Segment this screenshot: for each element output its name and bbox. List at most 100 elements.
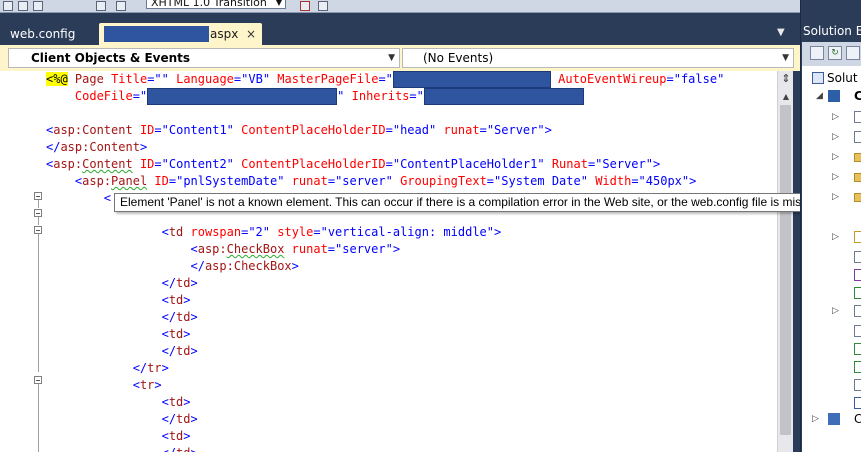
file-icon [854, 325, 861, 337]
code-token: "450px" [638, 174, 690, 188]
code-token: ContentPlaceHolderID [241, 123, 386, 137]
collapsed-arrow-icon[interactable]: ▷ [832, 109, 839, 126]
close-icon[interactable]: × [246, 23, 256, 45]
code-token: tr [147, 361, 162, 375]
code-line: <td> [161, 327, 191, 341]
toolbar-icon[interactable] [3, 1, 13, 11]
toolbar-icon[interactable] [96, 1, 106, 11]
tree-item[interactable]: ▷ [802, 169, 861, 186]
tree-item[interactable]: ▷ [802, 109, 861, 126]
tree-item[interactable] [802, 395, 861, 412]
code-token: td [176, 344, 191, 358]
collapsed-arrow-icon[interactable]: ▷ [812, 411, 819, 428]
code-token: CheckBox [226, 242, 285, 256]
code-line: <asp:Panel ID="pnlSystemDate" runat="ser… [74, 174, 697, 188]
code-line: <asp:CheckBox runat="server"> [190, 242, 401, 256]
refresh-icon[interactable]: ↻ [828, 46, 842, 60]
code-token: ContentPlaceHolderID [241, 157, 386, 171]
tree-item[interactable] [802, 359, 861, 376]
document-tabs: web.config aspx × ▼ [0, 13, 800, 45]
code-token: Page [74, 72, 104, 86]
tab-aspx-file[interactable]: aspx × [99, 23, 262, 45]
solution-tree: Solut ◢ C ▷ ▷ ▷ ▷ ▷ ▷ ▷ ▷ C [802, 66, 861, 452]
tree-item[interactable] [802, 267, 861, 284]
tree-item[interactable]: ▷ [802, 303, 861, 320]
collapsed-arrow-icon[interactable]: ▷ [832, 169, 839, 186]
scroll-up-icon[interactable]: ▲ [778, 90, 794, 104]
code-line: <td rowspan="2" style="vertical-align: m… [161, 225, 502, 239]
tree-item[interactable] [802, 249, 861, 266]
tree-item[interactable]: ▷ [802, 149, 861, 166]
code-token: "vertical-align: middle" [320, 225, 494, 239]
collapsed-arrow-icon[interactable]: ▷ [832, 129, 839, 146]
toolbar-icon[interactable] [116, 1, 126, 11]
file-icon [854, 305, 861, 317]
code-line: <td> [161, 293, 191, 307]
code-token: "Content1" [161, 123, 234, 137]
code-line: </tr> [132, 361, 169, 375]
code-token: "Server" [595, 157, 653, 171]
code-token: <%@ [46, 72, 68, 86]
outline-line [38, 217, 39, 225]
project-icon [828, 413, 840, 425]
solution-toolbar: ↻ [802, 42, 861, 66]
code-token: "server" [335, 242, 393, 256]
tree-item[interactable] [802, 285, 861, 302]
tree-item[interactable] [802, 377, 861, 394]
code-token: asp: [82, 174, 112, 188]
tree-item-project-2[interactable]: ▷ C [802, 411, 861, 428]
collapsed-arrow-icon[interactable]: ▷ [832, 189, 839, 206]
toolbar-dropdown-icon[interactable] [318, 1, 328, 11]
expanded-arrow-icon[interactable]: ◢ [816, 88, 823, 105]
code-token: "ContentPlaceHolder1" [392, 157, 545, 171]
events-dropdown[interactable]: (No Events) ▼ [402, 48, 794, 68]
doctype-select[interactable]: XHTML 1.0 Transition ▼ [146, 0, 286, 9]
code-token: =" [378, 72, 393, 86]
code-line: CodeFile=" " Inherits=" [46, 88, 584, 105]
tab-overflow-icon[interactable]: ▼ [777, 27, 785, 38]
code-token: Content [82, 157, 133, 171]
tree-item[interactable]: ▷ [802, 229, 861, 246]
code-token: asp:CheckBox [204, 259, 292, 273]
code-token: runat [291, 174, 328, 188]
code-token: "pnlSystemDate" [176, 174, 285, 188]
collapsed-arrow-icon[interactable]: ▷ [832, 303, 839, 320]
collapsed-arrow-icon[interactable]: ▷ [832, 149, 839, 166]
collapse-icon[interactable] [34, 192, 42, 200]
tree-item[interactable]: ▷ [802, 189, 861, 206]
properties-icon[interactable] [810, 46, 824, 60]
code-token: asp:Content [53, 123, 133, 137]
code-token: "VB" [241, 72, 271, 86]
file-icon [854, 397, 861, 409]
tree-item-solution[interactable]: Solut [802, 70, 861, 87]
collapse-icon[interactable] [34, 376, 42, 384]
toolbar-icon[interactable] [33, 1, 43, 11]
code-token: td [176, 412, 191, 426]
tree-item-project[interactable]: ◢ C [802, 88, 861, 105]
code-line: <asp:Content ID="Content2" ContentPlaceH… [46, 157, 661, 171]
solution-explorer-panel: Solution Ex ↻ Solut ◢ C ▷ ▷ ▷ ▷ [800, 0, 861, 452]
client-objects-dropdown[interactable]: Client Objects & Events ▼ [8, 48, 400, 68]
tree-item[interactable] [802, 323, 861, 340]
split-handle-icon[interactable]: ⇕ [778, 71, 794, 87]
scroll-thumb[interactable] [780, 105, 791, 435]
tree-item-label: C [854, 89, 861, 103]
file-icon [854, 131, 861, 143]
collapse-icon[interactable] [34, 226, 42, 234]
collapsed-arrow-icon[interactable]: ▷ [832, 229, 839, 246]
solution-icon [812, 72, 824, 84]
show-all-files-icon[interactable] [846, 46, 860, 60]
toolbar-icon[interactable] [18, 1, 28, 11]
code-token: " [337, 89, 345, 103]
collapse-icon[interactable] [34, 209, 42, 217]
tree-item[interactable] [802, 341, 861, 358]
vertical-scrollbar[interactable]: ⇕ ▲ [777, 71, 794, 452]
code-editor[interactable]: <%@ Page Title="" Language="VB" MasterPa… [0, 71, 800, 452]
tab-web-config[interactable]: web.config [4, 23, 94, 45]
panel-title: Solution Ex [803, 24, 861, 38]
validation-icon[interactable] [300, 1, 310, 11]
folder-icon [854, 173, 861, 182]
tree-item[interactable]: ▷ [802, 129, 861, 146]
code-token: =" [132, 89, 148, 103]
code-token: asp: [53, 157, 83, 171]
